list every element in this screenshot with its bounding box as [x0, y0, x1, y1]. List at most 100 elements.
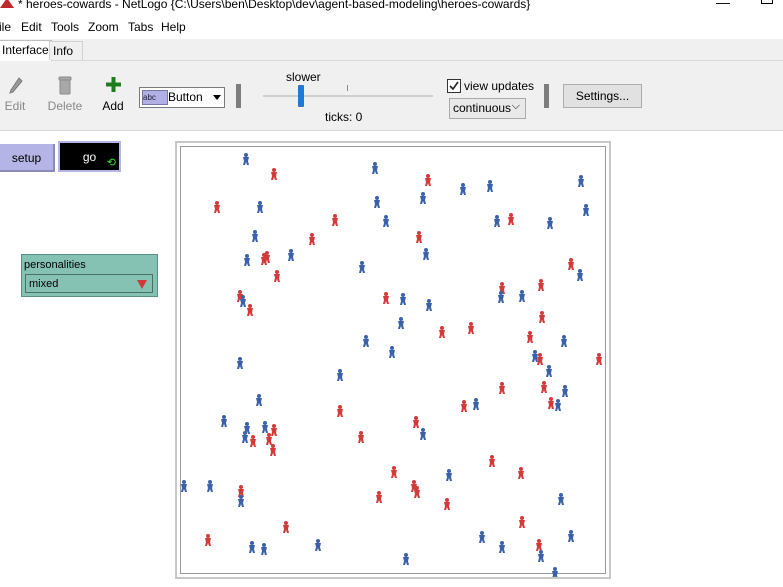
blue-agent [519, 290, 525, 302]
blue-agent [383, 215, 389, 227]
red-agent [439, 326, 445, 338]
blue-agent [420, 428, 426, 440]
blue-agent [256, 394, 262, 406]
blue-agent [207, 480, 213, 492]
red-agent [468, 322, 474, 334]
widget-type-value: Button [168, 90, 203, 104]
blue-agent [372, 162, 378, 174]
update-mode-value: continuous [453, 101, 512, 115]
blue-agent [546, 365, 552, 377]
blue-agent [561, 335, 567, 347]
blue-agent [555, 399, 561, 411]
blue-agent [558, 493, 564, 505]
blue-agent [181, 480, 187, 492]
red-agent [391, 466, 397, 478]
red-agent [527, 331, 533, 343]
red-agent [596, 353, 602, 365]
blue-agent [262, 421, 268, 433]
menu-tools[interactable]: Tools [51, 20, 79, 34]
red-agent [539, 311, 545, 323]
blue-agent [494, 215, 500, 227]
blue-agent [363, 335, 369, 347]
blue-agent [400, 293, 406, 305]
red-agent [413, 416, 419, 428]
widget-type-select[interactable]: abc Button [139, 87, 225, 108]
blue-agent [499, 541, 505, 553]
menu-zoom[interactable]: Zoom [88, 20, 119, 34]
blue-agent [420, 192, 426, 204]
trash-icon [58, 76, 72, 95]
personalities-chooser[interactable]: personalities mixed [21, 254, 158, 297]
minimize-button[interactable]: — [716, 0, 730, 10]
edit-tool-label: Edit [4, 99, 26, 113]
blue-agent [374, 196, 380, 208]
red-agent [358, 431, 364, 443]
blue-agent [252, 230, 258, 242]
blue-agent [389, 346, 395, 358]
red-agent [283, 521, 289, 533]
chooser-value-box[interactable]: mixed [25, 274, 153, 293]
menu-edit[interactable]: Edit [21, 20, 42, 34]
blue-agent [257, 201, 263, 213]
pencil-icon [9, 77, 23, 94]
speed-slider-track[interactable] [263, 95, 433, 97]
toolbar: Edit Delete Add abc Button slower ticks:… [0, 61, 783, 131]
blue-agent [244, 254, 250, 266]
toolbar-divider [236, 84, 241, 108]
update-mode-select[interactable]: continuous ⌵ [449, 98, 526, 119]
red-agent [519, 516, 525, 528]
blue-agent [237, 357, 243, 369]
view-updates-checkbox[interactable] [447, 79, 461, 93]
plus-icon [106, 77, 121, 92]
go-button-label: go [82, 150, 97, 164]
checkmark-icon [449, 81, 459, 91]
menu-file[interactable]: ile [0, 20, 11, 34]
red-agent [508, 213, 514, 225]
dropdown-arrow-icon [213, 95, 221, 100]
red-agent [270, 444, 276, 456]
toolbar-divider [544, 84, 549, 108]
blue-agent [578, 175, 584, 187]
blue-agent [359, 261, 365, 273]
red-agent [461, 400, 467, 412]
window-title: * heroes-cowards - NetLogo {C:\Users\ben… [18, 0, 531, 11]
maximize-button[interactable] [761, 0, 773, 4]
ticks-counter: ticks: 0 [325, 110, 363, 124]
blue-agent [426, 299, 432, 311]
title-bar: * heroes-cowards - NetLogo {C:\Users\ben… [0, 0, 783, 14]
tab-info[interactable]: Info [49, 41, 83, 60]
blue-agent [249, 541, 255, 553]
blue-agent [398, 317, 404, 329]
blue-agent [242, 431, 248, 443]
red-agent [425, 174, 431, 186]
agents-layer [181, 153, 602, 577]
world-view[interactable] [175, 141, 611, 579]
speed-slider-thumb[interactable] [298, 85, 304, 107]
red-agent [541, 381, 547, 393]
red-agent [536, 539, 542, 551]
red-agent [266, 433, 272, 445]
menu-help[interactable]: Help [161, 20, 186, 34]
red-agent [332, 214, 338, 226]
add-tool-label: Add [102, 99, 124, 113]
speed-slider-label: slower [286, 70, 321, 84]
red-agent [383, 292, 389, 304]
menu-tabs[interactable]: Tabs [128, 20, 153, 34]
blue-agent [562, 385, 568, 397]
settings-button[interactable]: Settings... [563, 84, 642, 108]
red-agent [489, 455, 495, 467]
go-button[interactable]: go ⟲ [58, 141, 121, 172]
blue-agent [315, 539, 321, 551]
blue-agent [473, 398, 479, 410]
blue-agent [532, 350, 538, 362]
tab-interface[interactable]: Interface [0, 40, 52, 61]
view-updates-label: view updates [464, 79, 535, 93]
setup-button[interactable]: setup [0, 144, 55, 172]
world-canvas [180, 146, 606, 577]
menu-bar: ile Edit Tools Zoom Tabs Help [0, 17, 783, 37]
speed-slider-center-tick [347, 85, 348, 91]
red-agent [376, 491, 382, 503]
dropdown-triangle-icon [137, 280, 147, 289]
blue-agent [577, 269, 583, 281]
blue-agent [423, 248, 429, 260]
